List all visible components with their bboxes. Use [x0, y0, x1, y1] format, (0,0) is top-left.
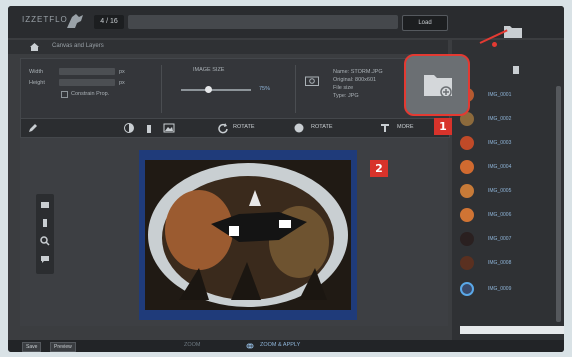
list-item[interactable]: IMG_0008: [488, 260, 511, 266]
thumbnail[interactable]: [460, 208, 474, 222]
thumbnail-selected[interactable]: [460, 282, 474, 296]
app-window: IZZETFLO 4 / 16 Load Canvas and Layers W…: [8, 6, 564, 352]
breadcrumb: Canvas and Layers: [8, 40, 448, 54]
zoom-apply-link[interactable]: ZOOM & APPLY: [260, 342, 300, 348]
sidebar-scrollbar[interactable]: [556, 86, 561, 322]
file-name: Name: STORM.JPG: [333, 69, 383, 75]
breadcrumb-label: Canvas and Layers: [52, 43, 104, 49]
bottle-icon[interactable]: [143, 122, 155, 134]
thumbnail[interactable]: [460, 256, 474, 270]
constrain-label: Constrain Prop.: [71, 91, 110, 97]
height-field[interactable]: [59, 79, 115, 86]
list-item[interactable]: IMG_0006: [488, 212, 511, 218]
load-button[interactable]: Load: [402, 15, 448, 31]
file-size: File size: [333, 85, 354, 91]
list-item[interactable]: IMG_0002: [488, 116, 511, 122]
divider: [295, 65, 296, 113]
bottom-bar: Save Preview ZOOM ZOOM & APPLY: [8, 340, 564, 352]
file-original: Original: 800x601: [333, 77, 377, 83]
edited-photo[interactable]: [139, 150, 357, 320]
brush-icon[interactable]: [40, 218, 50, 228]
image-counter: 4 / 16: [94, 15, 124, 29]
crop-icon[interactable]: [40, 200, 50, 210]
url-input[interactable]: [128, 15, 398, 29]
camera-icon: [305, 76, 319, 86]
constrain-checkbox[interactable]: [61, 91, 68, 98]
list-item-selected[interactable]: IMG_0009: [488, 286, 511, 292]
quality-slider-handle[interactable]: [205, 86, 212, 93]
annotation-dot: [492, 42, 497, 47]
thumbnail[interactable]: [460, 136, 474, 150]
quality-value: 75%: [259, 86, 271, 92]
add-folder-button[interactable]: [404, 54, 470, 116]
canvas-tools: [36, 194, 54, 274]
home-icon[interactable]: [30, 43, 39, 51]
thumbnail[interactable]: [460, 160, 474, 174]
folder-add-icon: [424, 75, 452, 96]
file-type: Type: JPG: [333, 93, 359, 99]
save-button[interactable]: Save: [22, 342, 42, 352]
app-logo: IZZETFLO: [22, 15, 68, 24]
image-settings-panel: Width px Height px Constrain Prop. IMAGE…: [20, 58, 450, 120]
annotation-badge-1: 1: [434, 118, 452, 135]
more-label[interactable]: MORE: [397, 124, 414, 130]
height-label: Height: [29, 80, 45, 86]
thumbnail[interactable]: [460, 232, 474, 246]
chat-icon[interactable]: [40, 254, 50, 264]
quality-slider[interactable]: [181, 89, 251, 91]
quality-label: IMAGE SIZE: [193, 67, 225, 73]
flip-label[interactable]: ROTATE: [311, 124, 333, 130]
thumbnail[interactable]: [460, 184, 474, 198]
horse-logo-icon: [67, 14, 83, 28]
sidebar-footer: [460, 326, 564, 334]
width-field[interactable]: [59, 68, 115, 75]
list-item[interactable]: IMG_0004: [488, 164, 511, 170]
zoom-icon[interactable]: [40, 236, 50, 246]
contrast-icon[interactable]: [123, 122, 135, 134]
width-unit: px: [119, 69, 125, 75]
list-item[interactable]: IMG_0007: [488, 236, 511, 242]
rotate-icon[interactable]: [217, 122, 229, 134]
list-item[interactable]: IMG_0005: [488, 188, 511, 194]
annotation-badge-2: 2: [370, 160, 388, 177]
height-unit: px: [119, 80, 125, 86]
edit-toolbar: ROTATE ROTATE MORE: [20, 118, 450, 138]
trash-icon[interactable]: [512, 64, 520, 74]
flip-icon[interactable]: [293, 122, 305, 134]
zoom-prefix: ZOOM: [184, 342, 201, 348]
rotate-label[interactable]: ROTATE: [233, 124, 255, 130]
image-icon[interactable]: [163, 122, 175, 134]
list-item[interactable]: IMG_0003: [488, 140, 511, 146]
text-icon[interactable]: [379, 122, 391, 134]
width-label: Width: [29, 69, 44, 75]
preview-button[interactable]: Preview: [50, 342, 76, 352]
divider: [161, 65, 162, 113]
top-bar: IZZETFLO 4 / 16 Load: [8, 6, 564, 38]
link-icon: [246, 343, 254, 349]
list-item[interactable]: IMG_0001: [488, 92, 511, 98]
pencil-icon[interactable]: [27, 122, 39, 134]
